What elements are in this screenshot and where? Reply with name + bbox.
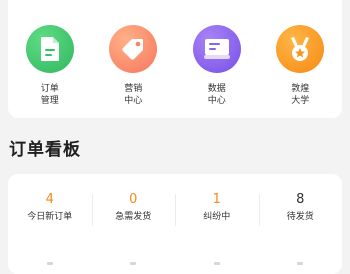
stat-value: 8 <box>296 192 305 207</box>
order-board-card: 4 今日新订单 0 急需发货 1 纠纷中 8 待发货 <box>8 174 342 274</box>
stat-in-dispute[interactable]: 1 纠纷中 <box>175 192 259 226</box>
medal-icon <box>291 37 310 61</box>
quick-action-marketing-center[interactable]: 营销 中心 <box>98 25 168 107</box>
marketing-center-label: 营销 中心 <box>124 84 143 106</box>
data-center-label: 数据 中心 <box>207 84 226 106</box>
order-board-stats: 4 今日新订单 0 急需发货 1 纠纷中 8 待发货 <box>8 192 343 226</box>
data-card-icon <box>203 39 230 59</box>
dunhuang-university-icon-circle <box>276 25 325 73</box>
stat-value: 4 <box>45 192 54 207</box>
order-management-label: 订单 管理 <box>40 84 59 106</box>
order-board-title: 订单看板 <box>9 140 81 160</box>
data-center-icon-circle <box>192 25 241 73</box>
tag-icon <box>122 39 144 60</box>
quick-actions-card: 订单 管理 营销 中心 数据 中心 敦煌 大学 <box>8 0 342 118</box>
partial-stat-mark <box>130 262 137 265</box>
stat-label: 待发货 <box>286 212 314 222</box>
stat-pending-shipment[interactable]: 8 待发货 <box>258 192 343 226</box>
partial-stat-mark <box>213 262 220 265</box>
quick-action-order-management[interactable]: 订单 管理 <box>15 25 85 107</box>
marketing-center-icon-circle <box>109 25 158 73</box>
quick-action-dunhuang-university[interactable]: 敦煌 大学 <box>265 25 335 107</box>
stat-urgent-shipping[interactable]: 0 急需发货 <box>91 192 176 226</box>
dunhuang-university-label: 敦煌 大学 <box>291 84 310 106</box>
stat-value: 0 <box>129 192 138 207</box>
stat-label: 纠纷中 <box>203 212 231 222</box>
stat-value: 1 <box>212 192 221 207</box>
next-row-hint <box>8 262 342 265</box>
quick-actions-grid: 订单 管理 营销 中心 数据 中心 敦煌 大学 <box>8 25 342 107</box>
partial-stat-mark <box>46 262 53 265</box>
document-icon <box>40 37 59 61</box>
order-management-icon-circle <box>25 25 74 73</box>
stat-label: 急需发货 <box>115 212 152 222</box>
partial-stat-mark <box>297 262 304 265</box>
stat-label: 今日新订单 <box>27 212 73 222</box>
quick-action-data-center[interactable]: 数据 中心 <box>182 25 252 107</box>
stat-new-orders-today[interactable]: 4 今日新订单 <box>8 192 92 223</box>
